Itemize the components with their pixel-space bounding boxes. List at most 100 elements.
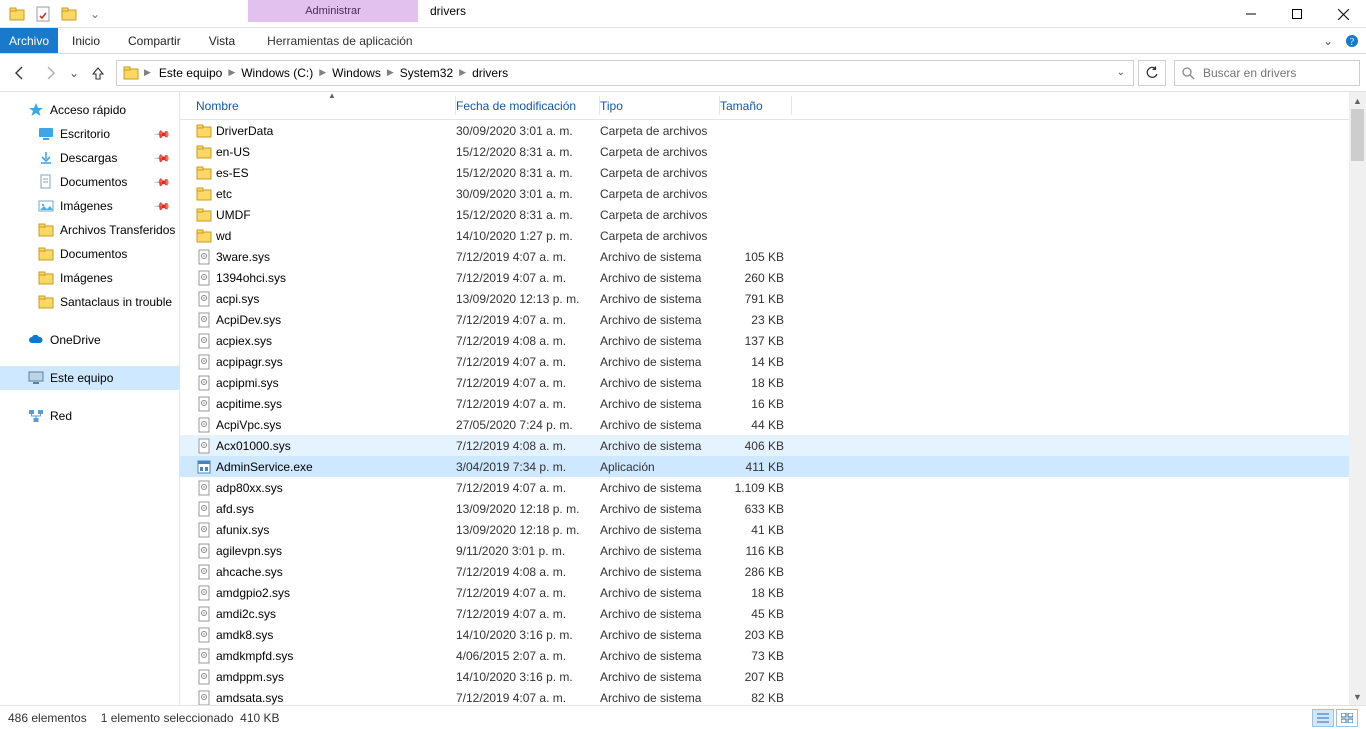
breadcrumb[interactable]: Windows (C:) bbox=[236, 61, 318, 85]
file-name: 3ware.sys bbox=[216, 250, 270, 264]
file-list[interactable]: DriverData30/09/2020 3:01 a. m.Carpeta d… bbox=[180, 120, 1366, 705]
sidebar-item[interactable]: Santaclaus in trouble bbox=[0, 290, 179, 314]
file-type: Archivo de sistema bbox=[600, 670, 720, 684]
file-row[interactable]: amdk8.sys14/10/2020 3:16 p. m.Archivo de… bbox=[180, 624, 1366, 645]
file-row[interactable]: etc30/09/2020 3:01 a. m.Carpeta de archi… bbox=[180, 183, 1366, 204]
app-tools-tab[interactable]: Herramientas de aplicación bbox=[249, 28, 430, 53]
star-icon bbox=[28, 102, 44, 118]
file-row[interactable]: Acx01000.sys7/12/2019 4:08 a. m.Archivo … bbox=[180, 435, 1366, 456]
file-row[interactable]: en-US15/12/2020 8:31 a. m.Carpeta de arc… bbox=[180, 141, 1366, 162]
view-large-icons-button[interactable] bbox=[1336, 709, 1358, 727]
file-tab[interactable]: Archivo bbox=[0, 28, 58, 53]
file-row[interactable]: amdsata.sys7/12/2019 4:07 a. m.Archivo d… bbox=[180, 687, 1366, 705]
sidebar-item[interactable]: Documentos bbox=[0, 242, 179, 266]
sidebar-this-pc[interactable]: Este equipo bbox=[0, 366, 179, 390]
file-row[interactable]: amdkmpfd.sys4/06/2015 2:07 a. m.Archivo … bbox=[180, 645, 1366, 666]
scroll-thumb[interactable] bbox=[1351, 109, 1364, 161]
breadcrumb-separator-icon[interactable]: ▶ bbox=[386, 67, 395, 78]
scroll-down-icon[interactable]: ▼ bbox=[1349, 688, 1366, 705]
file-row[interactable]: acpipmi.sys7/12/2019 4:07 a. m.Archivo d… bbox=[180, 372, 1366, 393]
file-row[interactable]: 3ware.sys7/12/2019 4:07 a. m.Archivo de … bbox=[180, 246, 1366, 267]
breadcrumb[interactable]: drivers bbox=[467, 61, 513, 85]
close-button[interactable] bbox=[1320, 0, 1366, 28]
breadcrumb-separator-icon[interactable]: ▶ bbox=[318, 67, 327, 78]
minimize-button[interactable] bbox=[1228, 0, 1274, 28]
view-details-button[interactable] bbox=[1312, 709, 1334, 727]
ribbon-tab-inicio[interactable]: Inicio bbox=[58, 28, 114, 53]
file-row[interactable]: afunix.sys13/09/2020 12:18 p. m.Archivo … bbox=[180, 519, 1366, 540]
file-name: acpitime.sys bbox=[216, 397, 282, 411]
col-type[interactable]: Tipo bbox=[600, 92, 720, 119]
contextual-tab-manage[interactable]: Administrar bbox=[248, 0, 418, 22]
file-row[interactable]: acpipagr.sys7/12/2019 4:07 a. m.Archivo … bbox=[180, 351, 1366, 372]
search-box[interactable] bbox=[1174, 60, 1360, 86]
network-icon bbox=[28, 408, 44, 424]
file-row[interactable]: acpi.sys13/09/2020 12:13 p. m.Archivo de… bbox=[180, 288, 1366, 309]
sidebar-item[interactable]: Archivos Transferidos bbox=[0, 218, 179, 242]
file-row[interactable]: amdgpio2.sys7/12/2019 4:07 a. m.Archivo … bbox=[180, 582, 1366, 603]
help-icon[interactable]: ? bbox=[1342, 28, 1362, 54]
file-row[interactable]: ahcache.sys7/12/2019 4:08 a. m.Archivo d… bbox=[180, 561, 1366, 582]
file-row[interactable]: AcpiDev.sys7/12/2019 4:07 a. m.Archivo d… bbox=[180, 309, 1366, 330]
breadcrumb-separator-icon[interactable]: ▶ bbox=[458, 67, 467, 78]
properties-icon[interactable] bbox=[32, 3, 54, 25]
nav-forward-button[interactable] bbox=[36, 59, 64, 87]
file-row[interactable]: amdppm.sys14/10/2020 3:16 p. m.Archivo d… bbox=[180, 666, 1366, 687]
file-name: AcpiVpc.sys bbox=[216, 418, 281, 432]
sidebar-item[interactable]: Documentos📌 bbox=[0, 170, 179, 194]
maximize-button[interactable] bbox=[1274, 0, 1320, 28]
file-sys-icon bbox=[196, 648, 212, 664]
file-type: Archivo de sistema bbox=[600, 544, 720, 558]
nav-back-button[interactable] bbox=[6, 59, 34, 87]
breadcrumb[interactable]: System32 bbox=[395, 61, 458, 85]
file-row[interactable]: es-ES15/12/2020 8:31 a. m.Carpeta de arc… bbox=[180, 162, 1366, 183]
file-row[interactable]: amdi2c.sys7/12/2019 4:07 a. m.Archivo de… bbox=[180, 603, 1366, 624]
ribbon-collapse-icon[interactable]: ⌄ bbox=[1316, 28, 1340, 54]
file-row[interactable]: 1394ohci.sys7/12/2019 4:07 a. m.Archivo … bbox=[180, 267, 1366, 288]
file-row[interactable]: afd.sys13/09/2020 12:18 p. m.Archivo de … bbox=[180, 498, 1366, 519]
file-type: Carpeta de archivos bbox=[600, 145, 720, 159]
search-input[interactable] bbox=[1201, 65, 1360, 81]
qat-customize-icon[interactable]: ⌄ bbox=[84, 3, 106, 25]
address-bar[interactable]: ▶ Este equipo▶Windows (C:)▶Windows▶Syste… bbox=[116, 60, 1134, 86]
new-folder-icon[interactable] bbox=[58, 3, 80, 25]
breadcrumb[interactable]: Este equipo bbox=[154, 61, 227, 85]
vertical-scrollbar[interactable]: ▲ ▼ bbox=[1349, 92, 1366, 705]
sidebar-item[interactable]: Descargas📌 bbox=[0, 146, 179, 170]
sidebar-quick-access[interactable]: Acceso rápido bbox=[0, 98, 179, 122]
file-row[interactable]: acpitime.sys7/12/2019 4:07 a. m.Archivo … bbox=[180, 393, 1366, 414]
file-row[interactable]: adp80xx.sys7/12/2019 4:07 a. m.Archivo d… bbox=[180, 477, 1366, 498]
file-row[interactable]: UMDF15/12/2020 8:31 a. m.Carpeta de arch… bbox=[180, 204, 1366, 225]
nav-recent-button[interactable]: ⌄ bbox=[66, 59, 82, 87]
col-size[interactable]: Tamaño bbox=[720, 92, 792, 119]
refresh-button[interactable] bbox=[1138, 60, 1166, 86]
ribbon-tab-compartir[interactable]: Compartir bbox=[114, 28, 195, 53]
folder-icon[interactable] bbox=[6, 3, 28, 25]
col-name[interactable]: Nombre bbox=[196, 92, 456, 119]
file-sys-icon bbox=[196, 312, 212, 328]
file-row[interactable]: DriverData30/09/2020 3:01 a. m.Carpeta d… bbox=[180, 120, 1366, 141]
column-headers[interactable]: ▲ Nombre Fecha de modificación Tipo Tama… bbox=[180, 92, 1366, 120]
breadcrumb[interactable]: Windows bbox=[327, 61, 386, 85]
sidebar-item[interactable]: Escritorio📌 bbox=[0, 122, 179, 146]
ribbon-tab-vista[interactable]: Vista bbox=[195, 28, 249, 53]
file-name: es-ES bbox=[216, 166, 249, 180]
address-dropdown-icon[interactable]: ⌄ bbox=[1111, 67, 1131, 78]
sidebar-onedrive[interactable]: OneDrive bbox=[0, 328, 179, 352]
sidebar-network[interactable]: Red bbox=[0, 404, 179, 428]
nav-up-button[interactable] bbox=[84, 59, 112, 87]
file-row[interactable]: acpiex.sys7/12/2019 4:08 a. m.Archivo de… bbox=[180, 330, 1366, 351]
folder-icon bbox=[38, 270, 54, 286]
file-name: amdkmpfd.sys bbox=[216, 649, 293, 663]
sidebar-item[interactable]: Imágenes bbox=[0, 266, 179, 290]
sidebar-item[interactable]: Imágenes📌 bbox=[0, 194, 179, 218]
file-row[interactable]: AdminService.exe3/04/2019 7:34 p. m.Apli… bbox=[180, 456, 1366, 477]
file-row[interactable]: AcpiVpc.sys27/05/2020 7:24 p. m.Archivo … bbox=[180, 414, 1366, 435]
file-row[interactable]: agilevpn.sys9/11/2020 3:01 p. m.Archivo … bbox=[180, 540, 1366, 561]
file-row[interactable]: wd14/10/2020 1:27 p. m.Carpeta de archiv… bbox=[180, 225, 1366, 246]
scroll-up-icon[interactable]: ▲ bbox=[1349, 92, 1366, 109]
breadcrumb-separator-icon[interactable]: ▶ bbox=[227, 67, 236, 78]
file-size: 203 KB bbox=[720, 628, 788, 642]
col-date[interactable]: Fecha de modificación bbox=[456, 92, 600, 119]
file-date: 15/12/2020 8:31 a. m. bbox=[456, 145, 600, 159]
